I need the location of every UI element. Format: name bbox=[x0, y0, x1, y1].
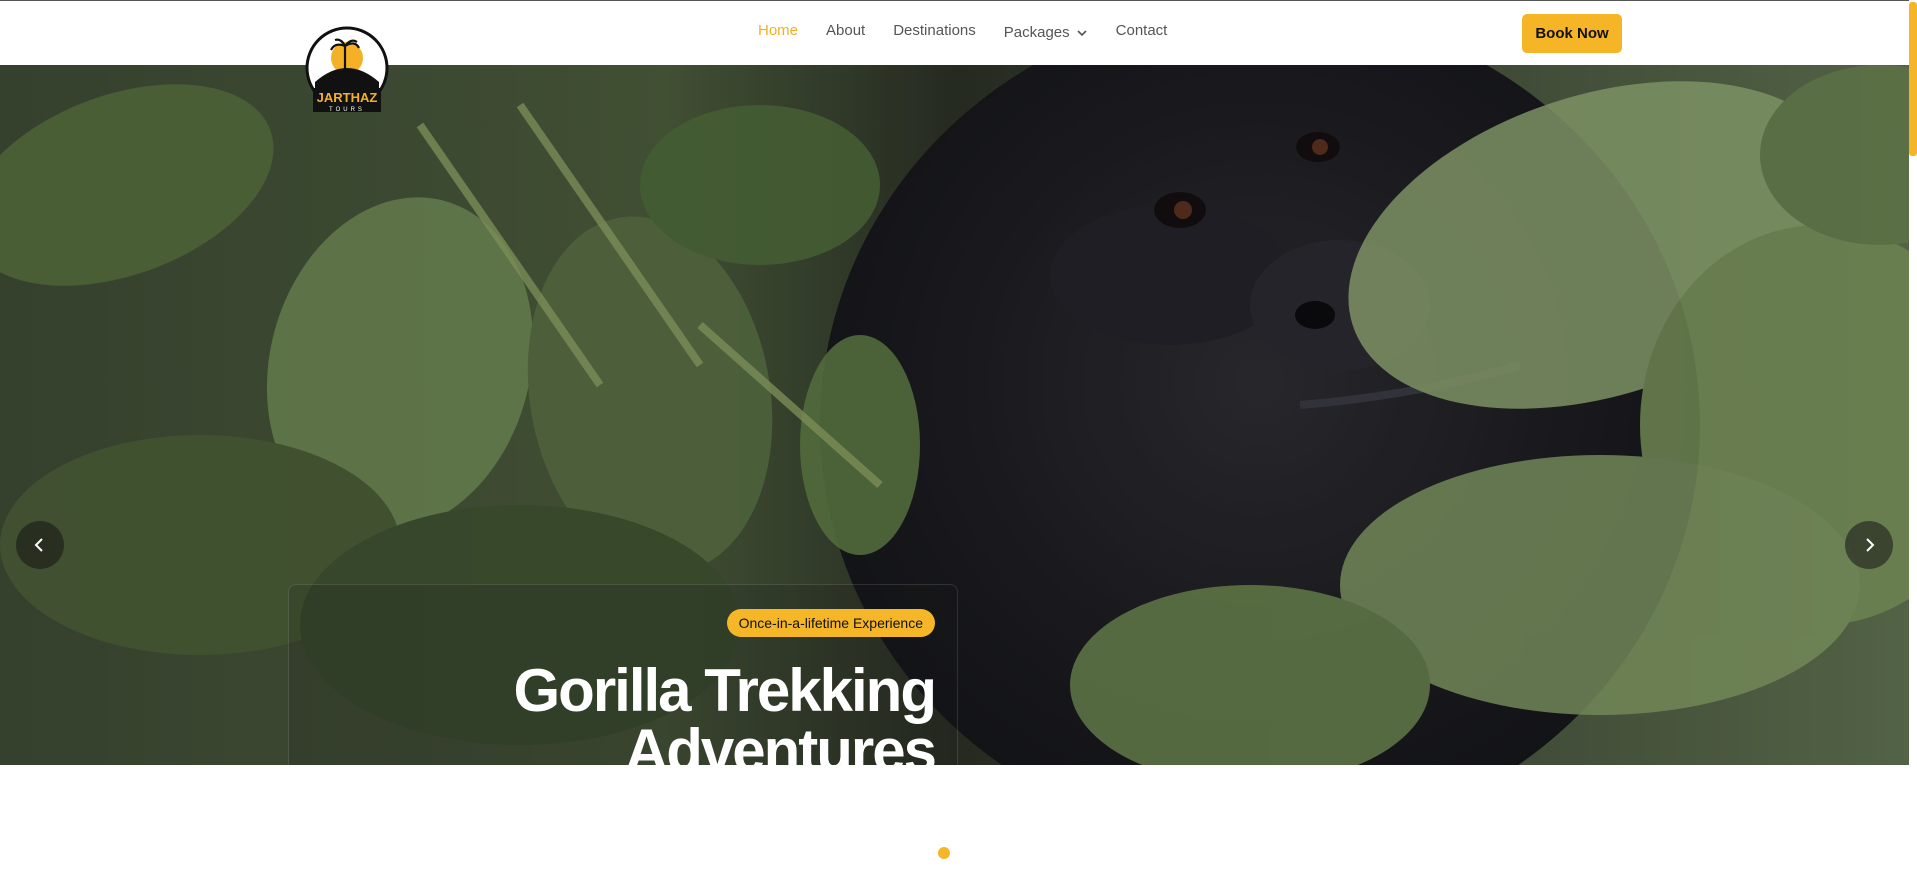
hero-caption: Once-in-a-lifetime Experience Gorilla Tr… bbox=[288, 584, 958, 765]
experience-badge: Once-in-a-lifetime Experience bbox=[726, 609, 935, 637]
logo-brand-text: JARTHAZ bbox=[317, 90, 378, 105]
nav-packages[interactable]: Packages bbox=[1004, 24, 1088, 41]
carousel-prev-button[interactable] bbox=[16, 521, 64, 569]
logo-emblem: JARTHAZ TOURS bbox=[305, 26, 389, 113]
scrollbar-thumb[interactable] bbox=[1909, 2, 1917, 156]
hero-carousel: Once-in-a-lifetime Experience Gorilla Tr… bbox=[0, 65, 1909, 765]
chevron-right-icon bbox=[1866, 538, 1875, 552]
chevron-down-icon bbox=[1077, 29, 1087, 36]
nav-home[interactable]: Home bbox=[758, 19, 798, 41]
hero-wave-divider bbox=[0, 755, 1909, 765]
main-nav: Home About Destinations Packages Contact bbox=[758, 19, 1168, 42]
site-logo[interactable]: JARTHAZ TOURS bbox=[305, 24, 389, 118]
chevron-left-icon bbox=[34, 538, 43, 552]
hero-title-line1: Gorilla Trekking bbox=[513, 657, 937, 724]
carousel-next-button[interactable] bbox=[1845, 521, 1893, 569]
carousel-indicator-dot[interactable] bbox=[938, 847, 950, 859]
site-header: Home About Destinations Packages Contact… bbox=[0, 1, 1909, 65]
nav-about[interactable]: About bbox=[826, 19, 865, 41]
book-now-button[interactable]: Book Now bbox=[1522, 14, 1622, 53]
hero-title: Gorilla Trekking Adventures bbox=[513, 657, 937, 766]
logo-sub-text: TOURS bbox=[329, 107, 365, 113]
nav-contact[interactable]: Contact bbox=[1116, 19, 1168, 41]
nav-destinations[interactable]: Destinations bbox=[893, 19, 976, 41]
